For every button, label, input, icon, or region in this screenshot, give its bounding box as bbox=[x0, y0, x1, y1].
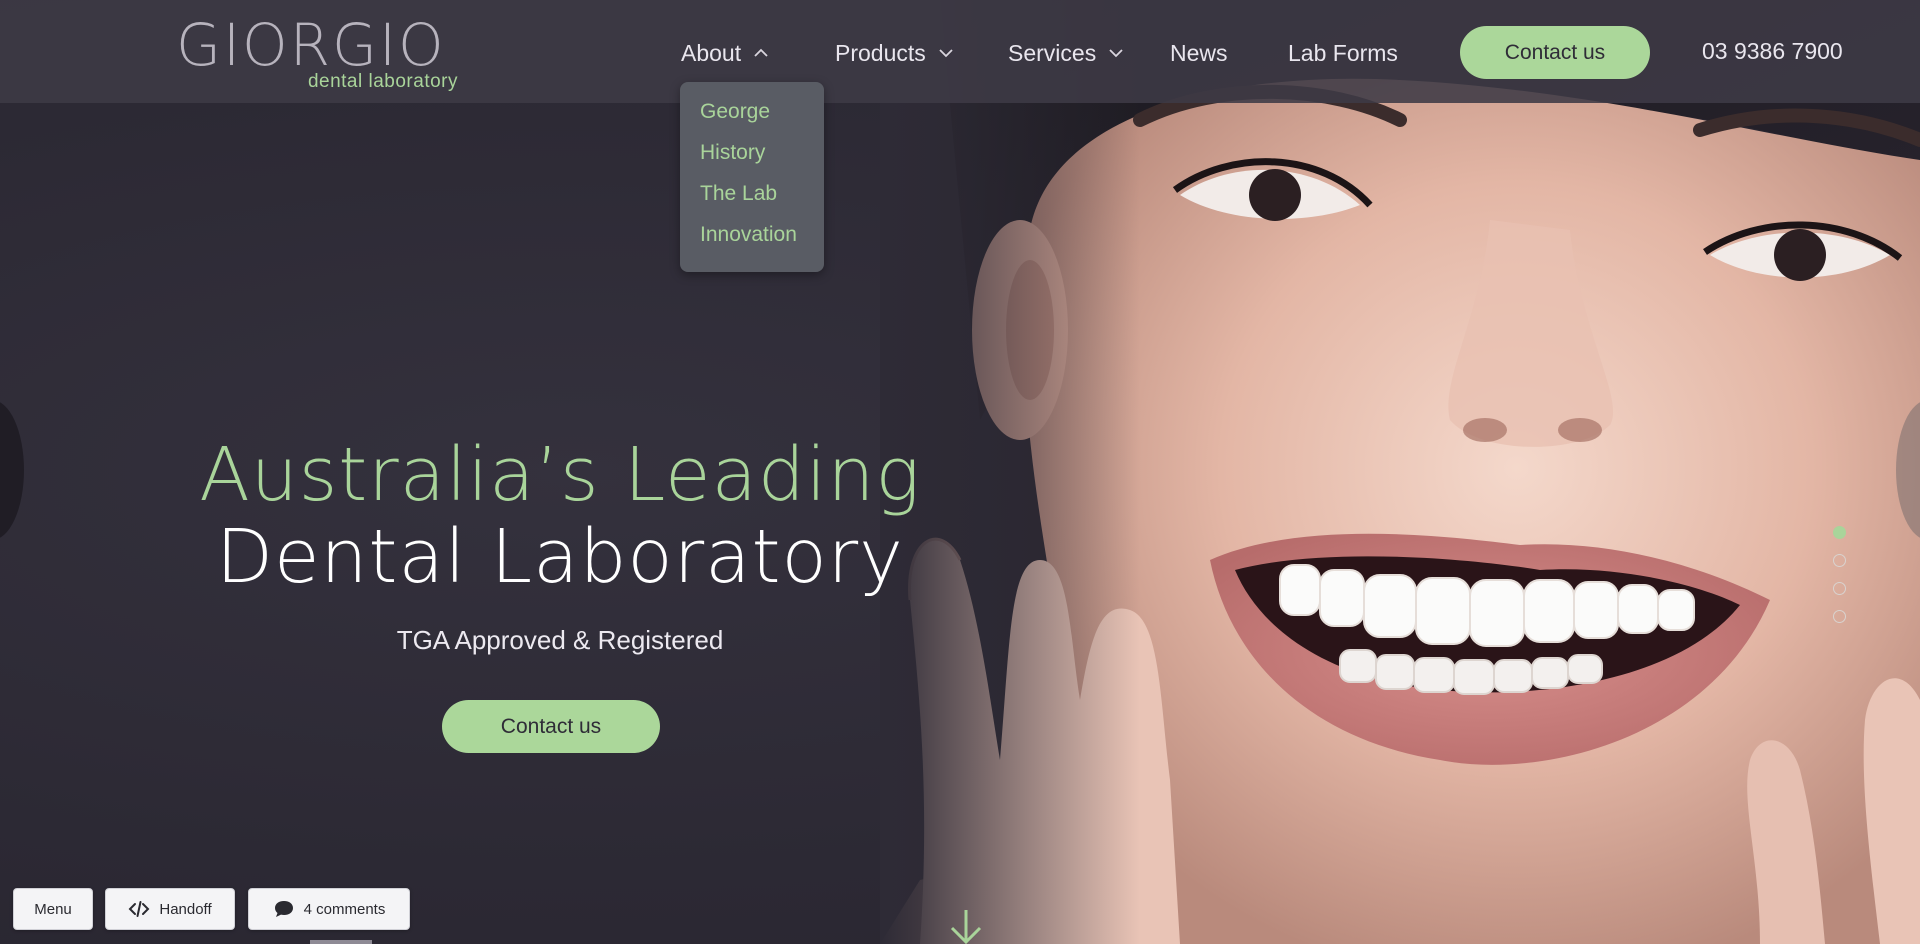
handoff-button-label: Handoff bbox=[159, 900, 212, 918]
phone-number[interactable]: 03 9386 7900 bbox=[1702, 38, 1843, 65]
logo[interactable]: GIORGIO dental laboratory bbox=[176, 14, 458, 94]
comments-button-label: 4 comments bbox=[303, 900, 386, 918]
logo-tagline: dental laboratory bbox=[307, 71, 458, 92]
nav-item-products[interactable]: Products bbox=[835, 36, 956, 70]
logo-wordmark: GIORGIO bbox=[176, 11, 446, 79]
chevron-up-icon bbox=[754, 48, 768, 57]
carousel-dot-4[interactable] bbox=[1833, 610, 1846, 623]
chevron-down-icon bbox=[939, 49, 953, 58]
hero-title-line2: Dental Laboratory bbox=[216, 514, 904, 600]
hero-subtitle: TGA Approved & Registered bbox=[396, 625, 724, 655]
nav-item-about[interactable]: About bbox=[681, 36, 771, 70]
menu-button[interactable]: Menu bbox=[13, 888, 93, 930]
page: GIORGIO dental laboratory About Products… bbox=[0, 0, 1920, 944]
about-dropdown: George History The Lab Innovation bbox=[680, 82, 824, 272]
dropdown-item-history[interactable]: History bbox=[700, 141, 765, 165]
bottom-edge-tab bbox=[310, 940, 372, 944]
nav-item-label: Lab Forms bbox=[1288, 39, 1398, 66]
header-contact-button[interactable]: Contact us bbox=[1460, 26, 1650, 79]
nav-item-news[interactable]: News bbox=[1170, 36, 1228, 70]
carousel-dot-2[interactable] bbox=[1833, 554, 1846, 567]
menu-button-label: Menu bbox=[34, 900, 72, 918]
speech-bubble-icon bbox=[274, 901, 293, 917]
dropdown-item-innovation[interactable]: Innovation bbox=[700, 223, 797, 247]
code-icon bbox=[128, 901, 150, 917]
nav-item-lab-forms[interactable]: Lab Forms bbox=[1288, 36, 1398, 70]
comments-button[interactable]: 4 comments bbox=[248, 888, 410, 930]
carousel-dot-3[interactable] bbox=[1833, 582, 1846, 595]
hero-contact-button[interactable]: Contact us bbox=[442, 700, 660, 753]
hero-title-line1: Australia’s Leading bbox=[199, 432, 921, 518]
nav-item-label: Products bbox=[835, 39, 926, 66]
chevron-down-icon bbox=[1109, 49, 1123, 58]
carousel-dot-1[interactable] bbox=[1833, 526, 1846, 539]
nav-item-label: Services bbox=[1008, 39, 1097, 66]
site-header: GIORGIO dental laboratory About Products… bbox=[0, 0, 1920, 103]
nav-item-services[interactable]: Services bbox=[1008, 36, 1126, 70]
dropdown-item-george[interactable]: George bbox=[700, 100, 770, 124]
dropdown-item-the-lab[interactable]: The Lab bbox=[700, 182, 777, 206]
nav-item-label: News bbox=[1170, 39, 1228, 66]
nav-item-label: About bbox=[681, 39, 742, 66]
arrow-down-icon[interactable] bbox=[946, 908, 986, 944]
handoff-button[interactable]: Handoff bbox=[105, 888, 235, 930]
